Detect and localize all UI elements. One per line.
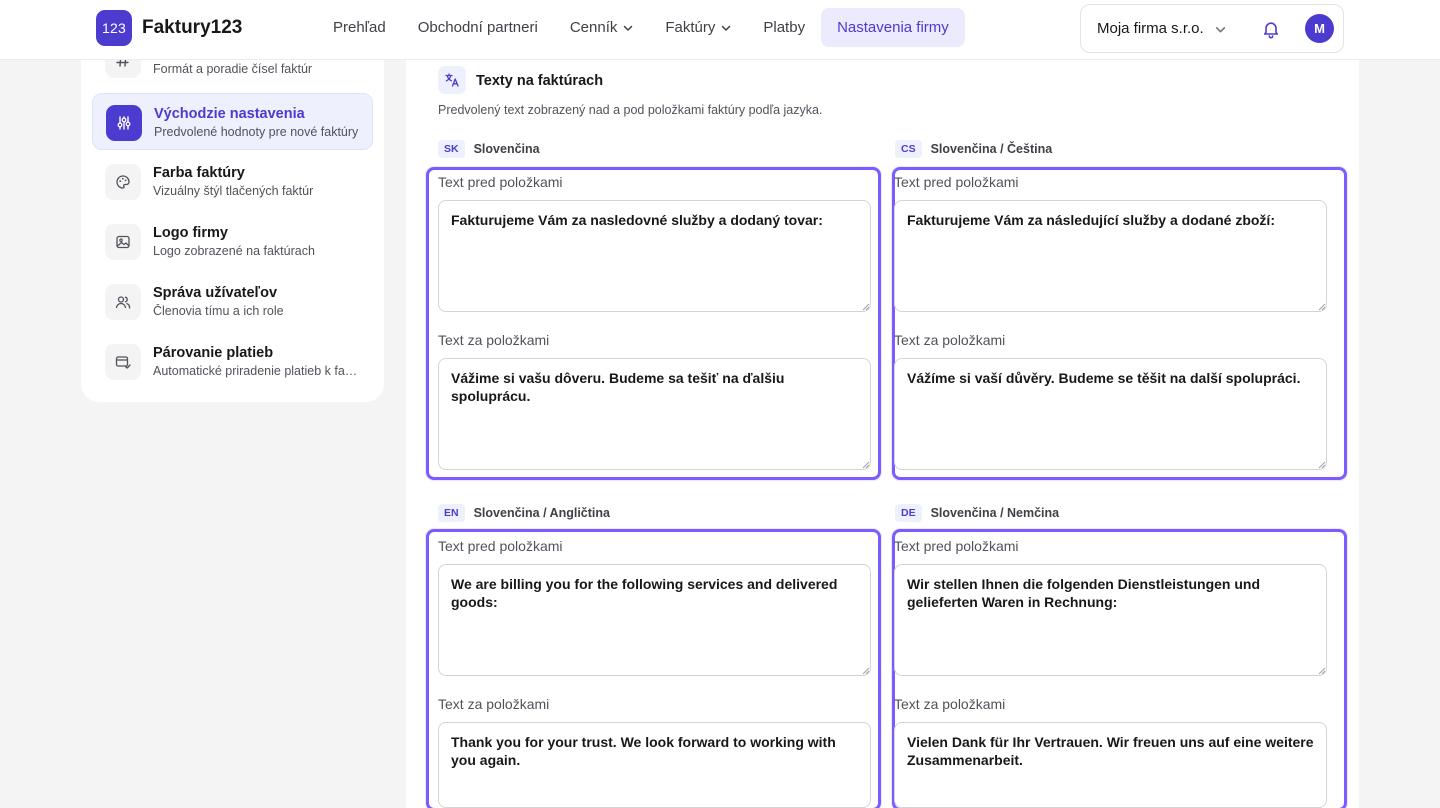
section-description: Predvolený text zobrazený nad a pod polo…	[438, 103, 823, 117]
after-items-label: Text za položkami	[894, 332, 1006, 348]
before-items-label: Text pred položkami	[894, 174, 1019, 190]
image-icon	[105, 224, 141, 260]
chevron-down-icon[interactable]	[1215, 24, 1226, 35]
users-icon	[105, 284, 141, 320]
after-items-label: Text za položkami	[438, 332, 550, 348]
after-items-label: Text za položkami	[438, 696, 550, 712]
language-code-badge: EN	[438, 504, 465, 522]
nav-item-label: Cenník	[569, 19, 618, 36]
sidebar-item-title: Párovanie platieb	[153, 345, 274, 361]
after-items-textarea[interactable]: Thank you for your trust. We look forwar…	[438, 722, 871, 808]
resize-grip-icon[interactable]	[1317, 460, 1326, 469]
before-items-label: Text pred položkami	[438, 538, 563, 554]
after-items-textarea[interactable]: Vielen Dank für Ihr Vertrauen. Wir freue…	[894, 722, 1327, 808]
language-header-cs: CS Slovenčina / Čeština	[895, 140, 1052, 158]
before-items-textarea[interactable]: Fakturujeme Vám za následující služby a …	[894, 200, 1327, 312]
settings-sidebar: Formát a poradie čísel faktúr Východzie …	[81, 0, 384, 402]
sidebar-item-logo-firmy[interactable]: Logo firmy Logo zobrazené na faktúrach	[92, 213, 373, 270]
bell-icon[interactable]	[1261, 19, 1281, 39]
sidebar-item-subtitle: Predvolené hodnoty pre nové faktúry	[154, 125, 359, 139]
before-items-label: Text pred položkami	[894, 538, 1019, 554]
after-items-textarea[interactable]: Vážíme si vaší důvěry. Budeme se těšit n…	[894, 358, 1327, 470]
sidebar-item-sprava-uzivatelov[interactable]: Správa užívateľov Členovia tímu a ich ro…	[92, 273, 373, 330]
language-name: Slovenčina / Nemčina	[930, 506, 1060, 520]
company-selector[interactable]: Moja firma s.r.o.	[1097, 20, 1204, 37]
language-name: Slovenčina / Čeština	[930, 142, 1053, 156]
sidebar-item-vychodzie-nastavenia[interactable]: Východzie nastavenia Predvolené hodnoty …	[92, 93, 373, 150]
sidebar-item-title: Správa užívateľov	[153, 285, 278, 301]
nav-item-platby[interactable]: Platby	[747, 8, 821, 47]
sidebar-item-title: Farba faktúry	[153, 165, 245, 181]
user-avatar[interactable]: M	[1305, 14, 1334, 43]
before-items-textarea[interactable]: Fakturujeme Vám za nasledovné služby a d…	[438, 200, 871, 312]
chevron-down-icon	[624, 25, 633, 31]
top-navigation-bar: 123 Faktury123 Prehľad Obchodní partneri…	[0, 0, 1440, 60]
language-name: Slovenčina	[473, 142, 540, 156]
main-nav: Prehľad Obchodní partneri Cenník Faktúry…	[317, 8, 965, 47]
nav-item-label: Obchodní partneri	[417, 19, 538, 36]
language-header-de: DE Slovenčina / Nemčina	[895, 504, 1059, 522]
nav-item-label: Nastavenia firmy	[837, 19, 949, 36]
brand-name[interactable]: Faktury123	[142, 17, 242, 39]
palette-icon	[105, 164, 141, 200]
sidebar-item-title: Logo firmy	[153, 225, 228, 241]
sliders-icon	[106, 105, 142, 141]
sidebar-item-subtitle: Formát a poradie čísel faktúr	[153, 62, 313, 76]
resize-grip-icon[interactable]	[1317, 302, 1326, 311]
nav-item-label: Faktúry	[665, 19, 716, 36]
nav-item-label: Prehľad	[333, 19, 386, 36]
before-items-textarea[interactable]: Wir stellen Ihnen die folgenden Dienstle…	[894, 564, 1327, 676]
resize-grip-icon[interactable]	[861, 666, 870, 675]
nav-item-faktury[interactable]: Faktúry	[649, 8, 747, 47]
section-title: Texty na faktúrach	[476, 73, 604, 89]
sidebar-item-subtitle: Automatické priradenie platieb k faktúra…	[153, 364, 363, 378]
sidebar-item-subtitle: Členovia tímu a ich role	[153, 304, 284, 318]
settings-main-panel: Texty na faktúrach Predvolený text zobra…	[406, 0, 1359, 808]
before-items-textarea[interactable]: We are billing you for the following ser…	[438, 564, 871, 676]
translate-icon	[438, 66, 466, 94]
language-code-badge: DE	[895, 504, 922, 522]
sidebar-item-title: Východzie nastavenia	[154, 106, 305, 122]
resize-grip-icon[interactable]	[861, 460, 870, 469]
resize-grip-icon[interactable]	[861, 302, 870, 311]
nav-item-nastavenia-firmy[interactable]: Nastavenia firmy	[821, 8, 965, 47]
resize-grip-icon[interactable]	[1317, 666, 1326, 675]
sidebar-item-farba-faktury[interactable]: Farba faktúry Vizuálny štýl tlačených fa…	[92, 153, 373, 210]
before-items-label: Text pred položkami	[438, 174, 563, 190]
nav-item-obchodni-partneri[interactable]: Obchodní partneri	[402, 8, 554, 47]
nav-item-label: Platby	[763, 19, 806, 36]
brand-logo-badge[interactable]: 123	[96, 10, 132, 46]
sidebar-item-parovanie-platieb[interactable]: Párovanie platieb Automatické priradenie…	[92, 333, 373, 390]
sidebar-item-subtitle: Vizuálny štýl tlačených faktúr	[153, 184, 314, 198]
language-header-en: EN Slovenčina / Angličtina	[438, 504, 610, 522]
after-items-label: Text za položkami	[894, 696, 1006, 712]
language-name: Slovenčina / Angličtina	[473, 506, 610, 520]
payment-match-icon	[105, 344, 141, 380]
nav-item-cennik[interactable]: Cenník	[554, 8, 650, 47]
company-switcher: Moja firma s.r.o. M	[1080, 4, 1344, 53]
language-code-badge: CS	[895, 140, 922, 158]
nav-item-prehlad[interactable]: Prehľad	[317, 8, 402, 47]
after-items-textarea[interactable]: Vážime si vašu dôveru. Budeme sa tešiť n…	[438, 358, 871, 470]
chevron-down-icon	[722, 25, 731, 31]
language-header-sk: SK Slovenčina	[438, 140, 540, 158]
language-code-badge: SK	[438, 140, 465, 158]
sidebar-item-subtitle: Logo zobrazené na faktúrach	[153, 244, 315, 258]
